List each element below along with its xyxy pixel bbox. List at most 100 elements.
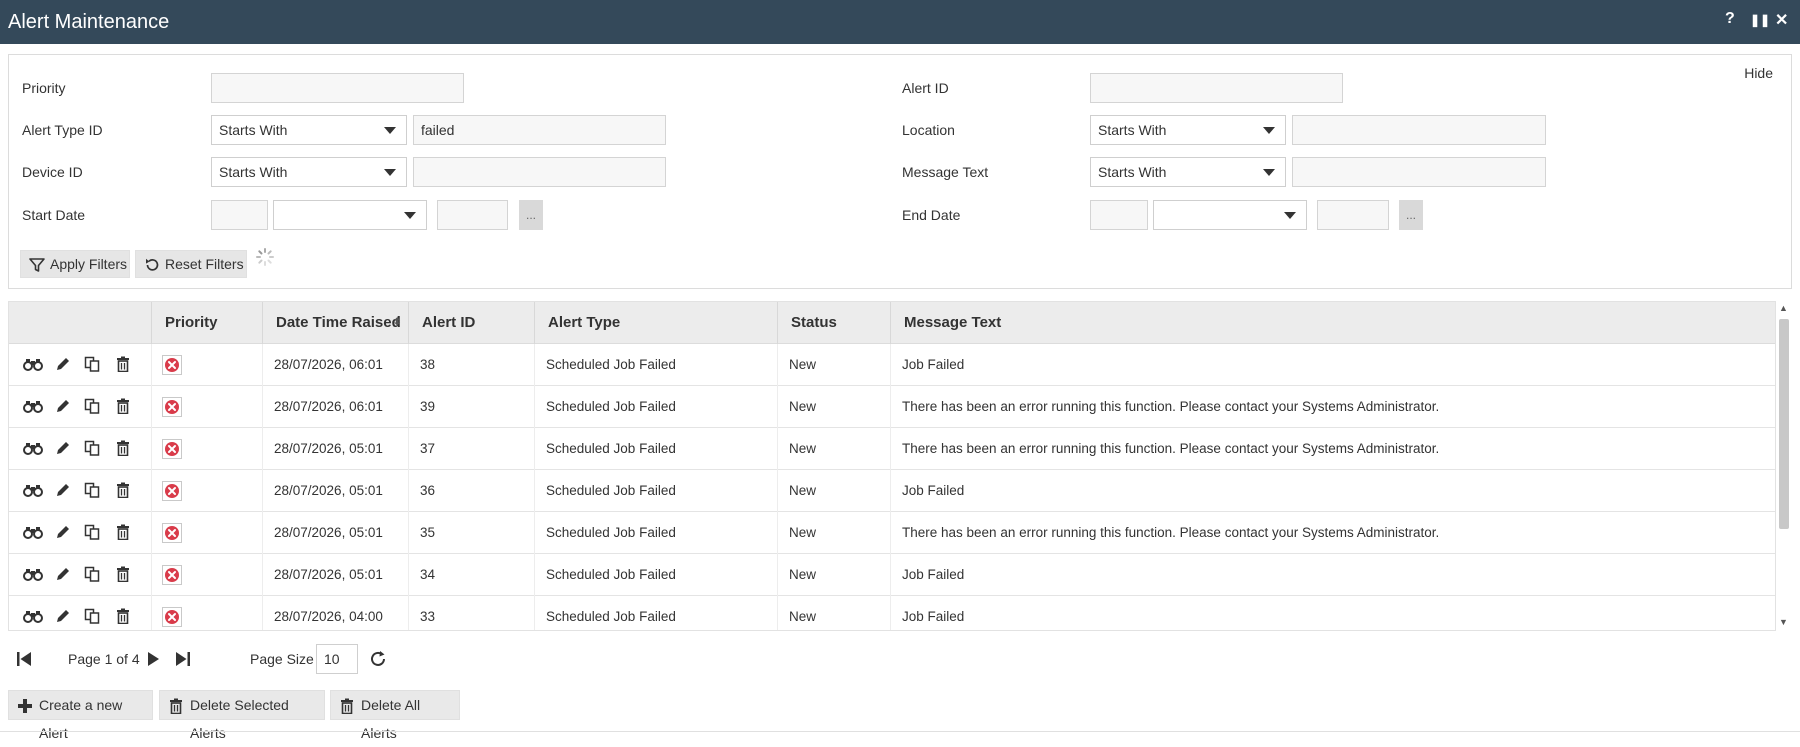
cell-date-time-raised: 28/07/2026, 04:00	[274, 609, 383, 624]
window-titlebar: Alert Maintenance ? ❚❚ ✕	[0, 0, 1800, 44]
column-header-alert-type[interactable]: Alert Type	[534, 302, 777, 344]
cell-message-text: There has been an error running this fun…	[902, 399, 1440, 414]
start-date-month-select[interactable]	[273, 200, 427, 230]
next-page-icon[interactable]	[145, 651, 161, 667]
alert-id-input[interactable]	[1090, 73, 1343, 103]
cell-status: New	[789, 399, 817, 414]
start-date-year-input[interactable]	[437, 200, 508, 230]
column-divider	[262, 386, 263, 428]
column-divider	[777, 428, 778, 470]
view-icon[interactable]	[23, 566, 43, 584]
edit-icon[interactable]	[55, 440, 75, 458]
column-divider	[408, 344, 409, 386]
start-date-picker-button[interactable]: ...	[519, 200, 543, 230]
scroll-down-icon[interactable]: ▼	[1779, 617, 1788, 627]
column-header-status[interactable]: Status	[777, 302, 890, 344]
refresh-icon[interactable]	[368, 649, 388, 669]
close-button[interactable]: ✕	[1775, 10, 1788, 30]
copy-icon[interactable]	[84, 482, 104, 500]
column-header-date-time-raised[interactable]: Date Time Raised ⬍	[262, 302, 408, 344]
column-divider	[262, 344, 263, 386]
delete-icon[interactable]	[115, 398, 135, 416]
edit-icon[interactable]	[55, 482, 75, 500]
reset-filters-button[interactable]: Reset Filters	[135, 250, 247, 278]
edit-icon[interactable]	[55, 566, 75, 584]
table-row[interactable]: 28/07/2026, 06:01 39 Scheduled Job Failed N…	[9, 386, 1775, 428]
alert-type-id-input[interactable]: failed	[413, 115, 666, 145]
copy-icon[interactable]	[84, 524, 104, 542]
edit-icon[interactable]	[55, 608, 75, 626]
view-icon[interactable]	[23, 440, 43, 458]
delete-icon[interactable]	[115, 440, 135, 458]
view-icon[interactable]	[23, 524, 43, 542]
edit-icon[interactable]	[55, 398, 75, 416]
cell-alert-type: Scheduled Job Failed	[546, 483, 676, 498]
copy-icon[interactable]	[84, 398, 104, 416]
column-divider	[890, 386, 891, 428]
end-date-picker-button[interactable]: ...	[1399, 200, 1423, 230]
cell-alert-type: Scheduled Job Failed	[546, 399, 676, 414]
table-row[interactable]: 28/07/2026, 06:01 38 Scheduled Job Failed N…	[9, 344, 1775, 386]
alert-type-operator-select[interactable]: Starts With	[211, 115, 407, 145]
delete-icon[interactable]	[115, 482, 135, 500]
copy-icon[interactable]	[84, 608, 104, 626]
copy-icon[interactable]	[84, 356, 104, 374]
table-row[interactable]: 28/07/2026, 05:01 36 Scheduled Job Failed N…	[9, 470, 1775, 512]
device-id-operator-select[interactable]: Starts With	[211, 157, 407, 187]
end-date-year-input[interactable]	[1317, 200, 1389, 230]
table-row[interactable]: 28/07/2026, 05:01 35 Scheduled Job Failed N…	[9, 512, 1775, 554]
error-priority-icon	[162, 523, 182, 543]
delete-icon[interactable]	[115, 524, 135, 542]
cell-status: New	[789, 567, 817, 582]
location-input[interactable]	[1292, 115, 1546, 145]
delete-all-alerts-button[interactable]: Delete All Alerts	[330, 690, 460, 741]
message-text-operator-select[interactable]: Starts With	[1090, 157, 1286, 187]
help-button[interactable]: ?	[1725, 10, 1735, 28]
view-icon[interactable]	[23, 398, 43, 416]
pause-button[interactable]: ❚❚	[1750, 13, 1770, 27]
priority-input[interactable]	[211, 73, 464, 103]
create-alert-label: Create a new Alert	[39, 697, 123, 741]
device-id-input[interactable]	[413, 157, 666, 187]
last-page-icon[interactable]	[175, 651, 191, 667]
table-row[interactable]: 28/07/2026, 05:01 34 Scheduled Job Failed N…	[9, 554, 1775, 596]
view-icon[interactable]	[23, 356, 43, 374]
copy-icon[interactable]	[84, 566, 104, 584]
grid-scrollbar[interactable]: ▲ ▼	[1776, 301, 1792, 631]
column-header-priority[interactable]: Priority	[151, 302, 262, 344]
view-icon[interactable]	[23, 482, 43, 500]
column-header-alert-id[interactable]: Alert ID	[408, 302, 534, 344]
delete-all-alerts-label: Delete All Alerts	[361, 697, 421, 741]
end-date-day-input[interactable]	[1090, 200, 1148, 230]
apply-filters-button[interactable]: Apply Filters	[20, 250, 130, 278]
column-header-message-text[interactable]: Message Text	[890, 302, 1775, 344]
first-page-icon[interactable]	[16, 651, 32, 667]
filter-panel: Hide Priority Alert ID Alert Type ID Sta…	[8, 54, 1792, 289]
create-alert-button[interactable]: Create a new Alert	[8, 690, 153, 741]
table-row[interactable]: 28/07/2026, 04:00 33 Scheduled Job Failed N…	[9, 596, 1775, 630]
view-icon[interactable]	[23, 608, 43, 626]
scroll-up-icon[interactable]: ▲	[1779, 303, 1788, 313]
edit-icon[interactable]	[55, 524, 75, 542]
trash-icon	[170, 698, 182, 714]
start-date-day-input[interactable]	[211, 200, 268, 230]
table-row[interactable]: 28/07/2026, 05:01 37 Scheduled Job Failed N…	[9, 428, 1775, 470]
edit-icon[interactable]	[55, 356, 75, 374]
hide-filters-link[interactable]: Hide	[1744, 65, 1773, 81]
cell-message-text: There has been an error running this fun…	[902, 525, 1440, 540]
column-divider	[777, 470, 778, 512]
delete-icon[interactable]	[115, 356, 135, 374]
location-operator-select[interactable]: Starts With	[1090, 115, 1286, 145]
delete-icon[interactable]	[115, 566, 135, 584]
copy-icon[interactable]	[84, 440, 104, 458]
message-text-input[interactable]	[1292, 157, 1546, 187]
end-date-month-select[interactable]	[1153, 200, 1307, 230]
delete-selected-alerts-button[interactable]: Delete Selected Alerts	[159, 690, 325, 741]
delete-icon[interactable]	[115, 608, 135, 626]
location-label: Location	[902, 122, 955, 138]
scroll-thumb[interactable]	[1779, 319, 1789, 529]
column-divider	[262, 512, 263, 554]
page-size-input[interactable]: 10	[316, 644, 358, 674]
column-divider	[408, 386, 409, 428]
column-divider	[262, 428, 263, 470]
